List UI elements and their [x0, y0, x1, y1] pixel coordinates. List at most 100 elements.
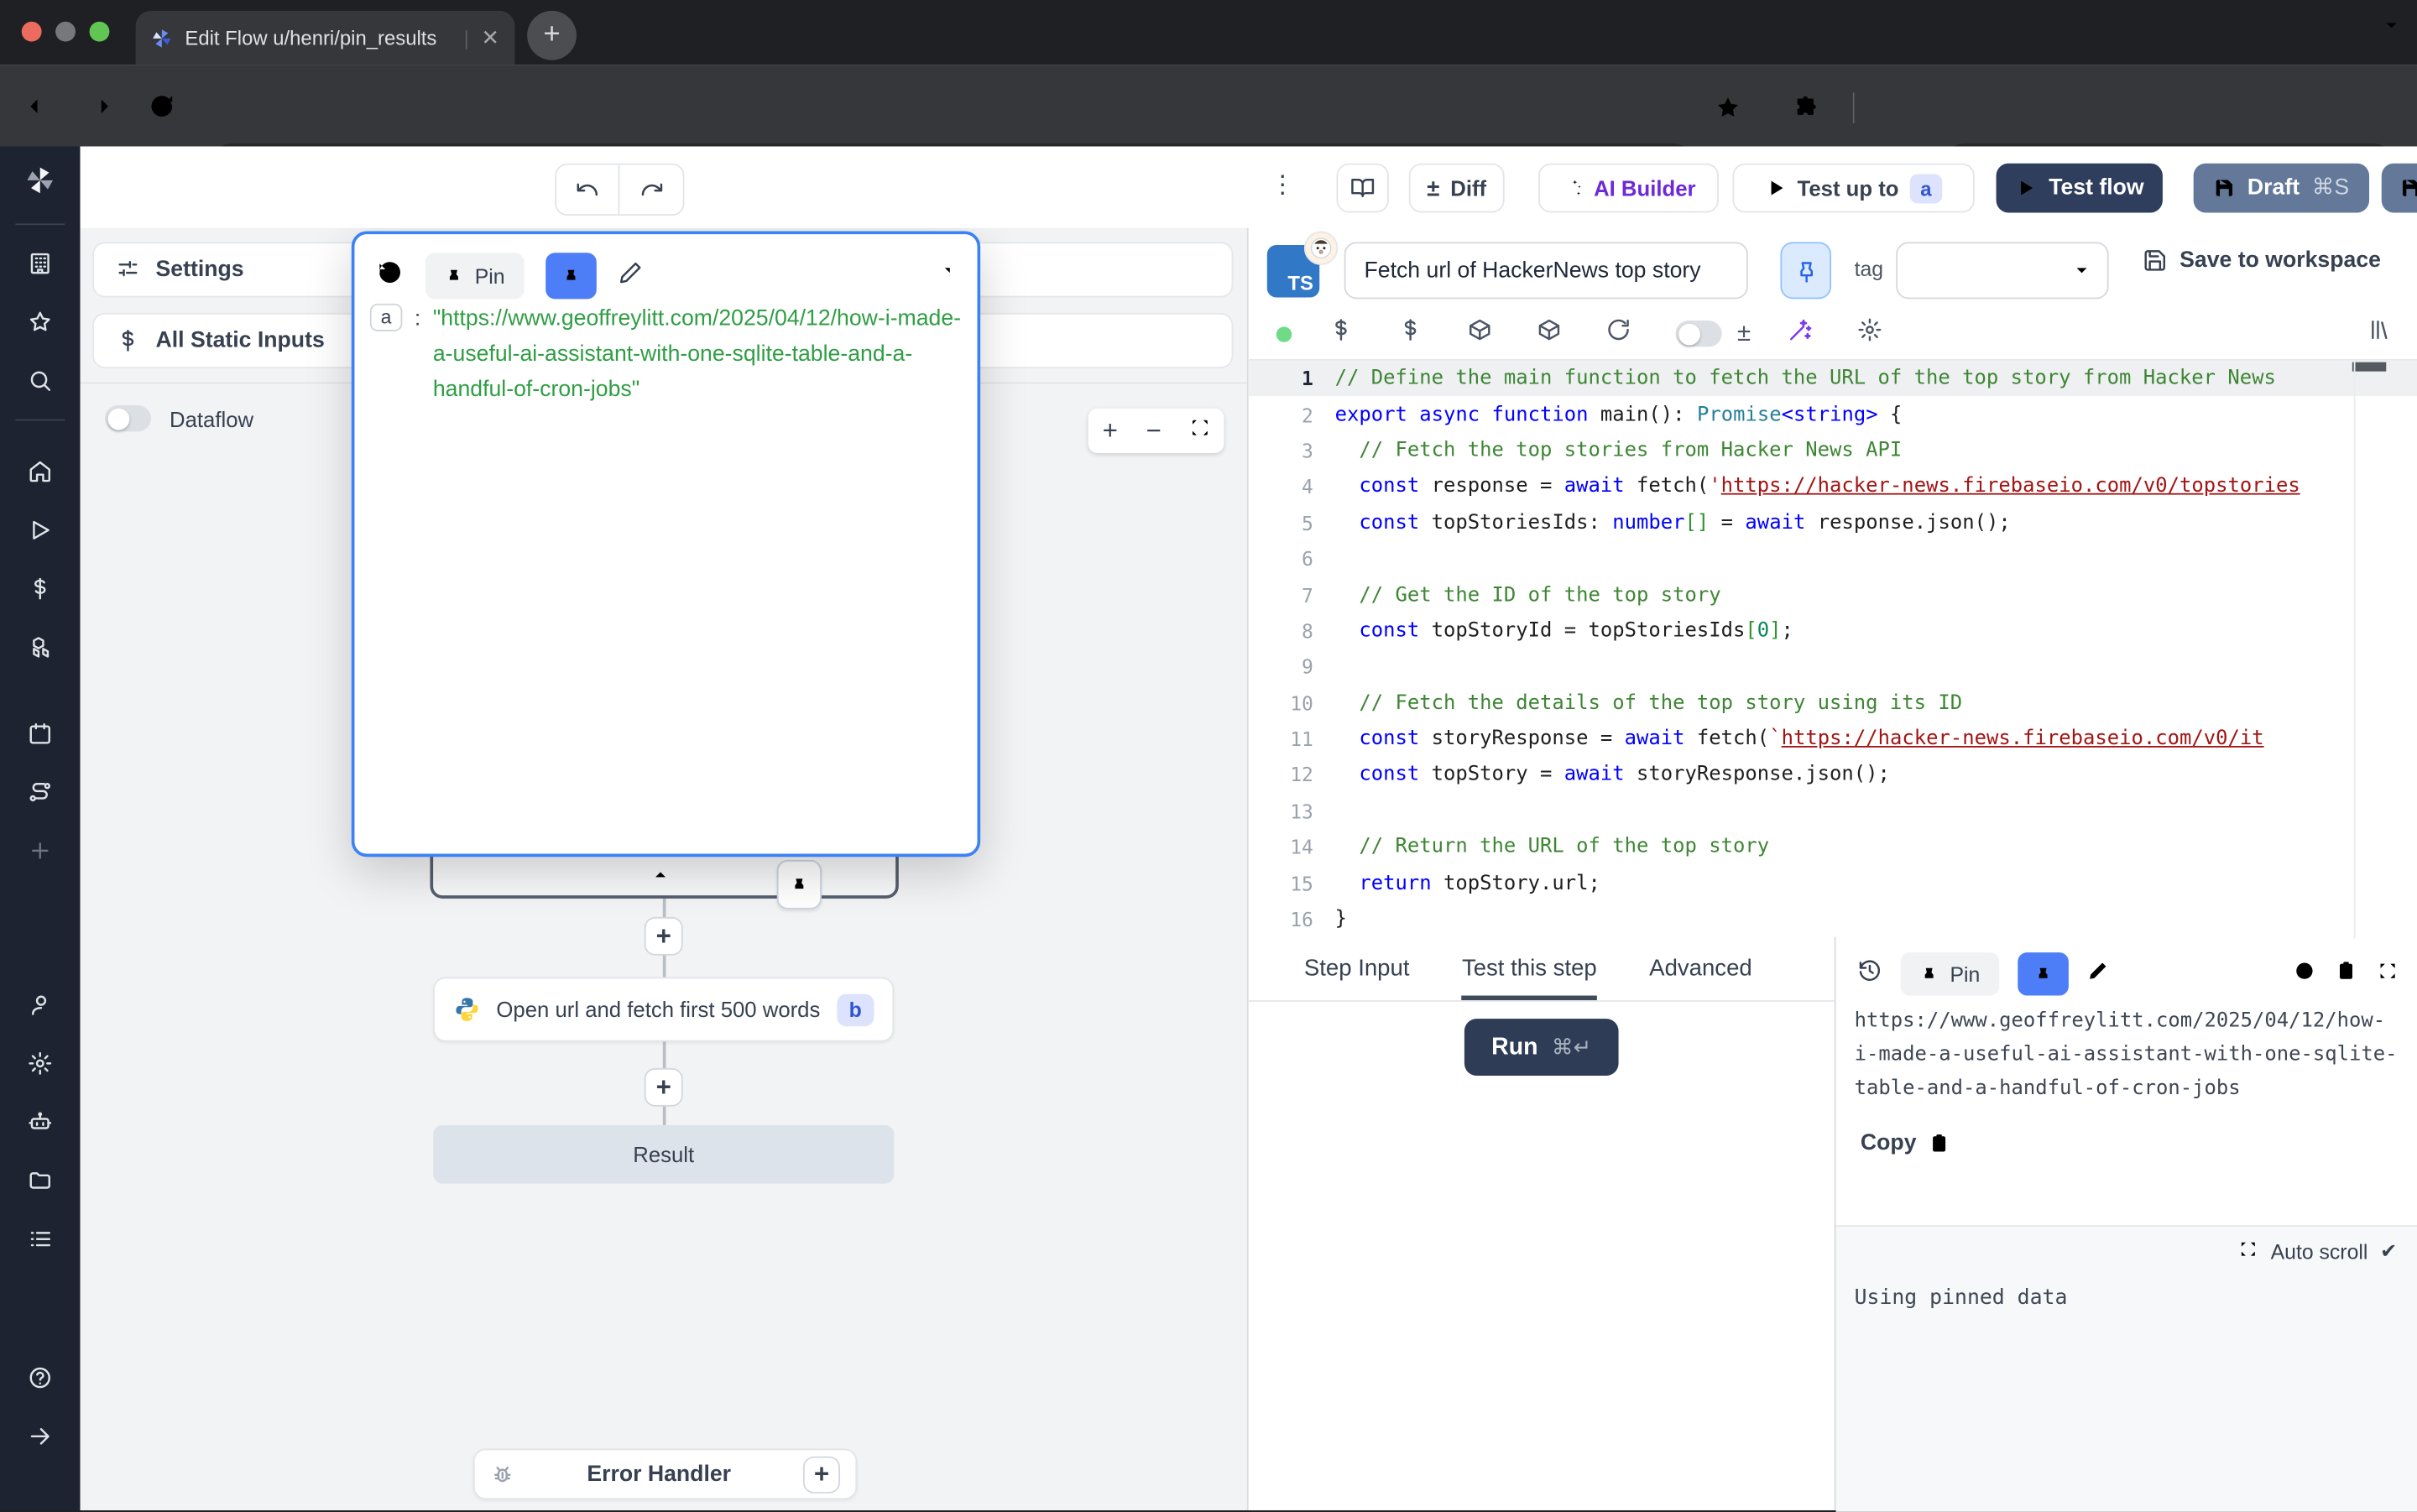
resources-icon[interactable] — [1468, 317, 1492, 350]
diff-button[interactable]: ±Diff — [1409, 164, 1505, 213]
bookmark-star-icon[interactable] — [1714, 94, 1741, 129]
zoom-in-icon[interactable]: + — [1103, 415, 1118, 446]
insert-step-button[interactable]: + — [645, 917, 683, 956]
fit-view-icon[interactable] — [1190, 417, 1210, 445]
sidebar-item-folders[interactable] — [0, 1151, 81, 1210]
zoom-out-icon[interactable]: − — [1146, 415, 1162, 446]
collapse-chevron-icon[interactable] — [650, 864, 671, 892]
node-pin-badge[interactable] — [777, 860, 822, 910]
code-line[interactable]: 1// Define the main function to fetch th… — [1249, 361, 2417, 397]
expand-icon[interactable] — [2377, 959, 2399, 988]
copy-button[interactable]: Copy — [1861, 1131, 1950, 1155]
history-icon[interactable] — [1857, 958, 1882, 991]
draft-button[interactable]: Draft ⌘S — [2194, 164, 2369, 213]
editor-scrollbar[interactable] — [2352, 362, 2386, 372]
tab-search-chevron-icon[interactable] — [2382, 15, 2402, 43]
extensions-icon[interactable] — [1793, 94, 1820, 129]
ai-builder-button[interactable]: AI Builder — [1538, 164, 1719, 213]
code-line[interactable]: 9 — [1249, 649, 2417, 685]
tab-close-icon[interactable]: ✕ — [482, 24, 500, 50]
pinned-active-toggle[interactable] — [545, 253, 596, 299]
reset-code-icon[interactable] — [1606, 317, 1631, 350]
script-library-icon[interactable] — [2367, 317, 2392, 350]
editor-settings-gear-icon[interactable] — [1857, 317, 1882, 350]
tab-advanced[interactable]: Advanced — [1649, 956, 1752, 1000]
step-name-input[interactable] — [1344, 242, 1748, 299]
tab-test-this-step[interactable]: Test this step — [1462, 956, 1597, 1000]
edit-pencil-icon[interactable] — [2086, 959, 2108, 988]
sidebar-item-settings[interactable] — [0, 1034, 81, 1092]
deploy-button[interactable]: Deploy — [2382, 164, 2417, 213]
sidebar-item-variables[interactable] — [0, 560, 81, 618]
pin-tab[interactable]: Pin — [1901, 952, 1999, 995]
resize-handle-icon[interactable] — [954, 823, 974, 851]
browser-tab[interactable]: Edit Flow u/henri/pin_results | ✕ — [136, 11, 515, 65]
code-line[interactable]: 14 // Return the URL of the top story — [1249, 829, 2417, 865]
tag-select[interactable] — [1896, 242, 2108, 299]
sidebar-item-schedules[interactable] — [0, 704, 81, 763]
code-editor[interactable]: 1// Define the main function to fetch th… — [1249, 359, 2417, 939]
sidebar-item-home[interactable] — [0, 442, 81, 501]
history-icon[interactable] — [376, 258, 404, 294]
new-tab-button[interactable]: + — [527, 11, 577, 60]
ai-gen-icon[interactable] — [1788, 317, 1812, 350]
undo-button[interactable] — [556, 165, 619, 215]
docs-button[interactable] — [1336, 164, 1388, 213]
code-line[interactable]: 3 // Fetch the top stories from Hacker N… — [1249, 433, 2417, 469]
resource-types-icon[interactable] — [1537, 317, 1561, 350]
sidebar-item-workspace[interactable] — [0, 234, 81, 293]
code-line[interactable]: 2export async function main(): Promise<s… — [1249, 397, 2417, 433]
back-icon[interactable] — [24, 92, 52, 128]
sidebar-item-create[interactable] — [0, 821, 81, 880]
forward-icon[interactable] — [86, 92, 114, 128]
code-line[interactable]: 6 — [1249, 541, 2417, 577]
save-to-workspace-button[interactable]: Save to workspace — [2143, 248, 2381, 273]
sidebar-item-favorites[interactable] — [0, 293, 81, 352]
sidebar-item-help[interactable] — [0, 1348, 81, 1407]
window-close-button[interactable] — [22, 22, 42, 42]
window-minimize-button[interactable] — [55, 22, 76, 42]
sidebar-item-workers[interactable] — [0, 1092, 81, 1151]
pin-tab[interactable]: Pin — [425, 253, 524, 299]
reload-icon[interactable] — [148, 92, 175, 128]
pinned-active-toggle[interactable] — [2017, 952, 2068, 995]
code-line[interactable]: 16} — [1249, 901, 2417, 937]
sidebar-collapse-icon[interactable] — [0, 1407, 81, 1466]
test-up-to-button[interactable]: Test up to a — [1732, 164, 1974, 213]
contextual-variables-icon[interactable] — [1398, 317, 1423, 350]
code-line[interactable]: 10 // Fetch the details of the top story… — [1249, 685, 2417, 721]
add-error-handler-button[interactable]: + — [803, 1456, 840, 1493]
code-line[interactable]: 11 const storyResponse = await fetch(`ht… — [1249, 721, 2417, 757]
expand-popup-icon[interactable] — [936, 262, 956, 289]
window-zoom-button[interactable] — [90, 22, 110, 42]
flow-step-node-b[interactable]: Open url and fetch first 500 words of ..… — [433, 977, 894, 1041]
code-line[interactable]: 8 const topStoryId = topStoriesIds[0]; — [1249, 613, 2417, 649]
redo-button[interactable] — [619, 165, 682, 215]
expand-logs-icon[interactable] — [2238, 1239, 2258, 1264]
sidebar-item-flows[interactable] — [0, 763, 81, 821]
sidebar-item-search[interactable] — [0, 352, 81, 410]
variables-icon[interactable] — [1329, 317, 1353, 350]
sidebar-item-resources[interactable] — [0, 618, 81, 677]
code-line[interactable]: 4 const response = await fetch('https://… — [1249, 469, 2417, 505]
windmill-logo[interactable] — [0, 146, 81, 214]
edit-pencil-icon[interactable] — [618, 259, 642, 292]
code-line[interactable]: 7 // Get the ID of the top story — [1249, 577, 2417, 613]
test-flow-button[interactable]: Test flow — [1997, 164, 2163, 213]
code-line[interactable]: 15 return topStory.url; — [1249, 865, 2417, 901]
auto-scroll-check[interactable]: ✔ — [2380, 1239, 2397, 1264]
code-line[interactable]: 12 const topStory = await storyResponse.… — [1249, 757, 2417, 793]
run-button[interactable]: Run ⌘↵ — [1464, 1019, 1619, 1076]
diff-mode-toggle[interactable] — [1676, 321, 1722, 347]
sidebar-item-logs[interactable] — [0, 1210, 81, 1269]
info-icon[interactable] — [2294, 959, 2315, 988]
step-pin-button[interactable] — [1780, 242, 1831, 299]
insert-step-button[interactable]: + — [645, 1068, 683, 1107]
code-line[interactable]: 5 const topStoriesIds: number[] = await … — [1249, 505, 2417, 541]
error-handler-node[interactable]: Error Handler + — [473, 1449, 857, 1500]
dataflow-toggle[interactable] — [105, 405, 151, 431]
clipboard-icon[interactable] — [2336, 959, 2357, 988]
flow-result-node[interactable]: Result — [433, 1125, 894, 1184]
toolbar-more-menu-icon[interactable]: ⋮ — [1270, 169, 1294, 201]
tab-step-input[interactable]: Step Input — [1304, 956, 1410, 1000]
